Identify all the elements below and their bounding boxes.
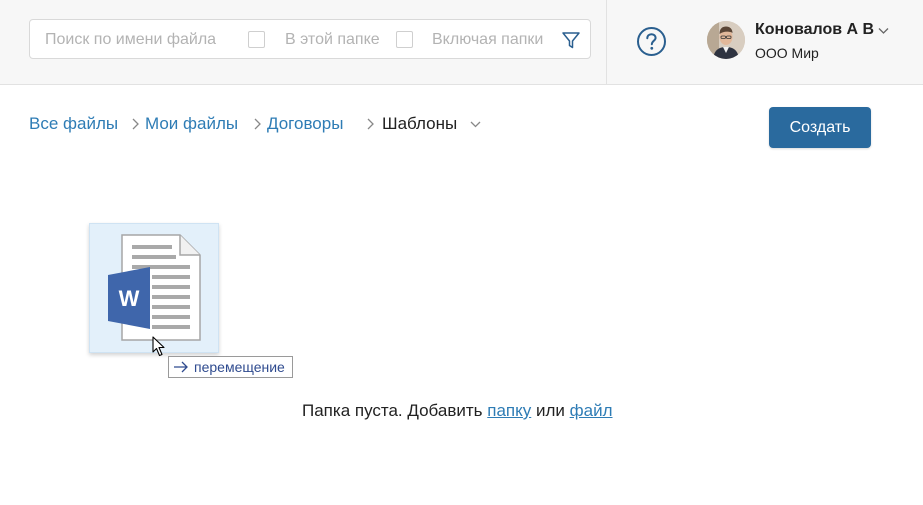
arrow-right-icon bbox=[174, 361, 188, 373]
filter-icon[interactable] bbox=[561, 30, 581, 50]
add-file-link[interactable]: файл bbox=[570, 401, 613, 420]
chevron-right-icon bbox=[254, 118, 261, 130]
drag-tooltip: перемещение bbox=[168, 356, 293, 378]
breadcrumb-current[interactable]: Шаблоны bbox=[382, 114, 457, 134]
search-input[interactable] bbox=[45, 29, 235, 51]
empty-message-or: или bbox=[535, 401, 565, 420]
chevron-right-icon bbox=[132, 118, 139, 130]
include-subfolders-label: Включая папки bbox=[432, 31, 544, 48]
header-divider bbox=[606, 0, 607, 85]
add-folder-link[interactable]: папку bbox=[487, 401, 531, 420]
user-name[interactable]: Коновалов А В bbox=[755, 21, 874, 39]
mouse-cursor-icon bbox=[152, 336, 165, 357]
user-company: ООО Мир bbox=[755, 45, 819, 61]
create-button[interactable]: Создать bbox=[769, 107, 871, 148]
word-document-icon: W bbox=[108, 234, 201, 341]
drag-tooltip-label: перемещение bbox=[194, 359, 285, 375]
user-photo-icon bbox=[707, 21, 745, 59]
breadcrumb-item-my-files[interactable]: Мои файлы bbox=[145, 114, 238, 134]
avatar[interactable] bbox=[707, 21, 745, 59]
empty-folder-message: Папка пуста. Добавить папку или файл bbox=[302, 401, 613, 421]
app-header: В этой папке Включая папки Коновалов А В… bbox=[0, 0, 923, 85]
word-letter: W bbox=[119, 286, 140, 311]
in-folder-label: В этой папке bbox=[285, 31, 380, 48]
in-folder-checkbox[interactable] bbox=[248, 31, 265, 48]
breadcrumb-item-contracts[interactable]: Договоры bbox=[267, 114, 343, 134]
chevron-down-icon[interactable] bbox=[878, 27, 889, 35]
search-box: В этой папке Включая папки bbox=[29, 19, 591, 59]
breadcrumb-item-all-files[interactable]: Все файлы bbox=[29, 114, 118, 134]
chevron-right-icon bbox=[367, 118, 374, 130]
file-tile[interactable]: W bbox=[89, 223, 219, 353]
chevron-down-icon[interactable] bbox=[470, 121, 481, 128]
empty-message-prefix: Папка пуста. Добавить bbox=[302, 401, 483, 420]
include-subfolders-checkbox[interactable] bbox=[396, 31, 413, 48]
help-circle-icon[interactable] bbox=[636, 26, 667, 57]
